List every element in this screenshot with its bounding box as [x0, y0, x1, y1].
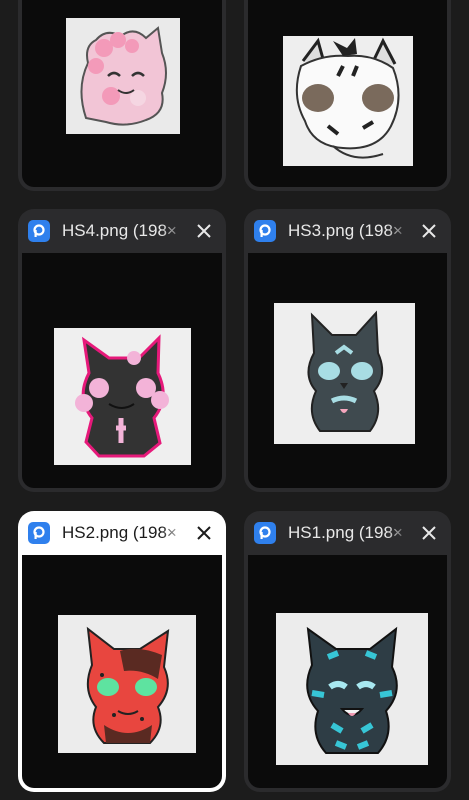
close-tab-button[interactable]	[192, 219, 216, 243]
tab-preview	[248, 253, 447, 488]
tab-title: HS4.png (198×	[62, 221, 177, 240]
tab-preview	[22, 253, 222, 488]
close-icon	[422, 526, 436, 540]
close-tab-button[interactable]	[417, 219, 441, 243]
tab-card-top-left[interactable]	[18, 0, 226, 191]
picsart-app-icon	[28, 220, 50, 242]
tab-thumbnail-image	[274, 303, 415, 444]
tab-thumbnail-image	[276, 613, 428, 765]
tab-header: HS4.png (198×	[18, 209, 226, 253]
tab-title: HS3.png (198×	[288, 221, 403, 240]
tab-grid: HS4.png (198× HS3.png (198× HS2.png (198…	[0, 0, 469, 800]
picsart-app-icon	[28, 522, 50, 544]
close-tab-button[interactable]	[192, 521, 216, 545]
picsart-app-icon	[254, 220, 276, 242]
tab-card-hs3[interactable]: HS3.png (198×	[244, 209, 451, 492]
tab-preview	[248, 0, 447, 187]
tab-header: HS1.png (198×	[244, 511, 451, 555]
tab-card-hs1[interactable]: HS1.png (198×	[244, 511, 451, 792]
tab-title: HS1.png (198×	[288, 523, 403, 542]
tab-card-top-right[interactable]	[244, 0, 451, 191]
tab-card-hs2[interactable]: HS2.png (198×	[18, 511, 226, 792]
tab-title: HS2.png (198×	[62, 523, 177, 542]
close-icon	[197, 224, 211, 238]
tab-preview	[22, 0, 222, 187]
tab-thumbnail-image	[54, 328, 191, 465]
picsart-app-icon	[254, 522, 276, 544]
tab-card-hs4[interactable]: HS4.png (198×	[18, 209, 226, 492]
tab-thumbnail-image	[66, 18, 180, 134]
tab-header: HS3.png (198×	[244, 209, 451, 253]
close-icon	[197, 526, 211, 540]
tab-thumbnail-image	[58, 615, 196, 753]
tab-preview	[22, 555, 222, 788]
tab-preview	[248, 555, 447, 788]
tab-thumbnail-image	[283, 36, 413, 166]
close-icon	[422, 224, 436, 238]
tab-header: HS2.png (198×	[18, 511, 226, 555]
close-tab-button[interactable]	[417, 521, 441, 545]
